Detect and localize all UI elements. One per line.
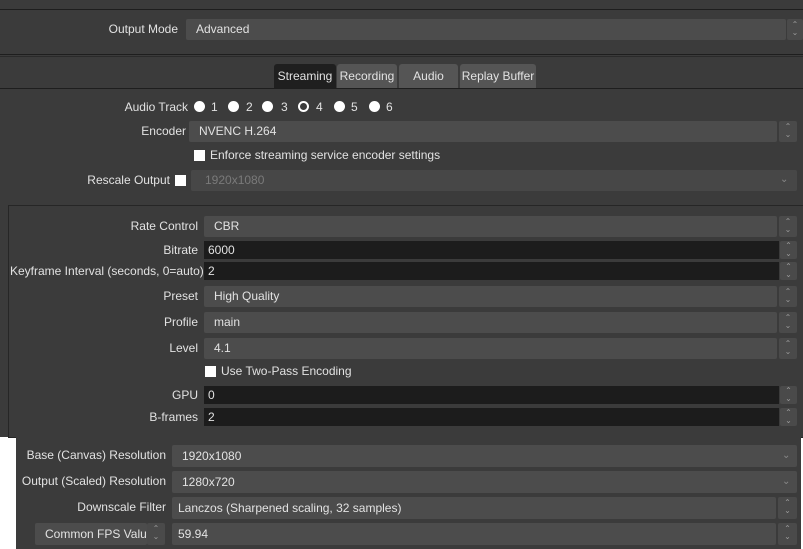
spin-icon[interactable]: ⌃ ⌄ xyxy=(779,312,797,333)
audio-track-radio-2[interactable] xyxy=(228,101,239,112)
bframes-input[interactable]: 2 xyxy=(204,408,779,426)
bitrate-spinner[interactable]: ⌃ ⌄ xyxy=(780,241,797,259)
radio-label: 5 xyxy=(351,100,358,114)
rate-control-select[interactable]: CBR xyxy=(204,216,777,237)
output-settings-panel: Output Mode Advanced ⌃ ⌄ Streaming Record… xyxy=(0,0,803,438)
encoder-label: Encoder xyxy=(141,124,186,138)
profile-select[interactable]: main xyxy=(204,312,777,333)
profile-label: Profile xyxy=(163,315,198,329)
spin-icon[interactable]: ⌃ ⌄ xyxy=(147,523,165,545)
divider xyxy=(0,9,803,10)
fps-value-select[interactable]: 59.94 xyxy=(172,523,776,545)
audio-track-radio-4[interactable] xyxy=(298,101,309,112)
tab-audio[interactable]: Audio xyxy=(399,64,458,88)
two-pass-checkbox[interactable] xyxy=(205,366,216,377)
keyframe-label: Keyframe Interval (seconds, 0=auto) xyxy=(10,264,204,278)
radio-label: 4 xyxy=(316,100,323,114)
preset-label: Preset xyxy=(163,289,198,303)
spin-icon[interactable]: ⌃ ⌄ xyxy=(779,338,797,359)
tab-replay-buffer[interactable]: Replay Buffer xyxy=(460,64,536,88)
keyframe-input[interactable]: 2 xyxy=(204,262,779,280)
enforce-label: Enforce streaming service encoder settin… xyxy=(210,148,441,162)
radio-label: 2 xyxy=(246,100,253,114)
divider xyxy=(0,56,803,57)
downscale-filter-select[interactable]: Lanczos (Sharpened scaling, 32 samples) xyxy=(172,497,776,519)
divider xyxy=(0,54,803,55)
output-resolution-select[interactable]: 1280x720 xyxy=(172,471,797,493)
radio-label: 3 xyxy=(281,100,288,114)
bitrate-input[interactable]: 6000 xyxy=(204,241,779,259)
radio-label: 6 xyxy=(386,100,393,114)
gpu-label: GPU xyxy=(171,388,198,402)
two-pass-label: Use Two-Pass Encoding xyxy=(221,364,352,378)
radio-label: 1 xyxy=(211,100,218,114)
level-select[interactable]: 4.1 xyxy=(204,338,777,359)
enforce-checkbox[interactable] xyxy=(194,150,205,161)
output-mode-spin-icon[interactable]: ⌃ ⌄ xyxy=(787,19,803,40)
output-mode-select[interactable]: Advanced xyxy=(186,19,786,40)
output-resolution-label: Output (Scaled) Resolution xyxy=(21,474,166,488)
gpu-spinner[interactable]: ⌃ ⌄ xyxy=(780,386,797,404)
bframes-label: B-frames xyxy=(149,410,198,424)
bitrate-label: Bitrate xyxy=(163,243,198,257)
audio-track-radio-5[interactable] xyxy=(334,101,345,112)
encoder-select[interactable]: NVENC H.264 xyxy=(189,121,777,142)
audio-track-label: Audio Track xyxy=(124,100,188,114)
encoder-spin-icon[interactable]: ⌃ ⌄ xyxy=(779,121,797,142)
tab-streaming[interactable]: Streaming xyxy=(274,64,336,88)
rescale-output-label: Rescale Output xyxy=(87,173,170,187)
divider xyxy=(0,88,803,89)
chevron-down-icon: ⌄ xyxy=(780,174,789,185)
rescale-resolution-select[interactable]: 1920x1080 xyxy=(191,170,797,191)
gpu-input[interactable]: 0 xyxy=(204,386,779,404)
spin-icon[interactable]: ⌃ ⌄ xyxy=(778,523,797,545)
fps-type-select[interactable]: Common FPS Values xyxy=(35,523,160,545)
spin-icon[interactable]: ⌃ ⌄ xyxy=(779,286,797,307)
base-resolution-select[interactable]: 1920x1080 xyxy=(172,445,797,467)
preset-select[interactable]: High Quality xyxy=(204,286,777,307)
level-label: Level xyxy=(169,341,198,355)
spin-icon[interactable]: ⌃ ⌄ xyxy=(778,497,797,519)
bframes-spinner[interactable]: ⌃ ⌄ xyxy=(780,408,797,426)
rate-control-label: Rate Control xyxy=(130,219,198,233)
video-settings-panel: Base (Canvas) Resolution 1920x1080 ⌄ Out… xyxy=(16,437,801,549)
downscale-filter-label: Downscale Filter xyxy=(77,500,166,514)
spin-icon[interactable]: ⌃ ⌄ xyxy=(779,216,797,237)
base-resolution-label: Base (Canvas) Resolution xyxy=(26,448,166,462)
chevron-down-icon: ⌄ xyxy=(782,476,791,487)
chevron-down-icon: ⌄ xyxy=(782,450,791,461)
audio-track-radio-6[interactable] xyxy=(369,101,380,112)
audio-track-radio-1[interactable] xyxy=(194,101,205,112)
tab-recording[interactable]: Recording xyxy=(337,64,397,88)
output-mode-label: Output Mode xyxy=(108,22,178,36)
keyframe-spinner[interactable]: ⌃ ⌄ xyxy=(780,262,797,280)
rescale-output-checkbox[interactable] xyxy=(175,175,186,186)
audio-track-radio-3[interactable] xyxy=(262,101,273,112)
